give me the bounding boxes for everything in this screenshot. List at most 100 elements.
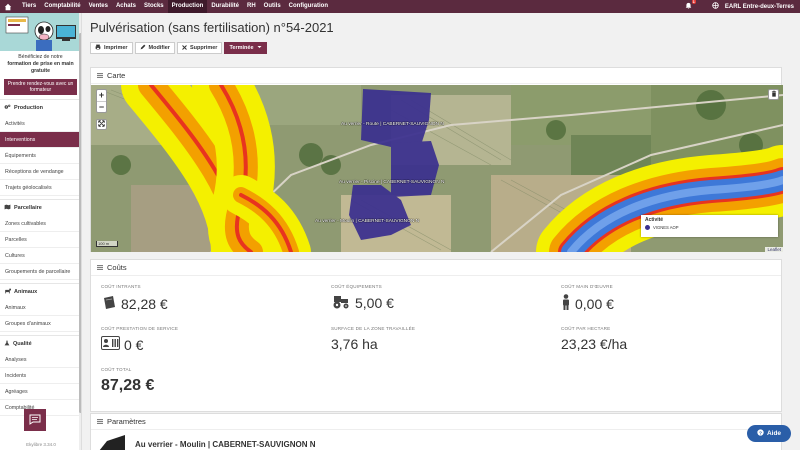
- list-icon: [97, 263, 103, 272]
- legend-title: Activité: [645, 217, 664, 223]
- cost-total: Coût total 87,28 €: [101, 367, 301, 395]
- cost-equipements: Coût équipements 5,00 €: [331, 284, 531, 312]
- cost-value: 23,23 €/ha: [561, 336, 628, 352]
- sidebar-item-animaux[interactable]: Animaux: [0, 300, 81, 316]
- nav-production[interactable]: Production: [167, 0, 208, 13]
- nav-ventes[interactable]: Ventes: [85, 0, 112, 13]
- map-icon: [4, 204, 11, 212]
- promo-line: Bénéficiez de notre: [18, 54, 63, 60]
- param-row[interactable]: Au verrier - Moulin | CABERNET-SAUVIGNON…: [97, 435, 315, 450]
- map-panel-header[interactable]: Carte: [91, 68, 781, 84]
- sidebar-item-cultures[interactable]: Cultures: [0, 248, 81, 264]
- bag-icon: [101, 294, 117, 313]
- cost-per-hectare: Coût par hectare 23,23 €/ha: [561, 326, 761, 352]
- farm-name[interactable]: EARL Entre-deux-Terres: [725, 4, 794, 10]
- help-button[interactable]: ? Aide: [747, 425, 791, 442]
- help-globe-icon[interactable]: [712, 2, 719, 11]
- nav-achats[interactable]: Achats: [112, 0, 140, 13]
- cost-intrants: Coût intrants 82,28 €: [101, 284, 301, 313]
- promo-bold: formation de prise en main gratuite: [7, 61, 74, 74]
- cost-label: Coût prestation de service: [101, 326, 179, 331]
- svg-text:?: ?: [759, 430, 762, 436]
- nav-stocks[interactable]: Stocks: [140, 0, 168, 13]
- person-icon: [561, 294, 571, 313]
- status-dropdown-button[interactable]: Terminée: [224, 42, 267, 54]
- parcel-label-piscine: Au verrier - Piscine | CABERNET-SAUVIGNO…: [339, 180, 445, 185]
- nav-rh[interactable]: RH: [243, 0, 260, 13]
- params-panel: Paramètres Au verrier - Moulin | CABERNE…: [90, 413, 782, 450]
- cost-prestation: Coût prestation de service 0 €: [101, 326, 301, 353]
- print-label: Imprimer: [104, 45, 128, 51]
- sidebar-item-analyses[interactable]: Analyses: [0, 352, 81, 368]
- sidebar-item-zones[interactable]: Zones cultivables: [0, 216, 81, 232]
- zoom-out-button[interactable]: −: [97, 101, 106, 112]
- cost-label: Coût total: [101, 367, 132, 372]
- zoom-control: + −: [96, 89, 107, 113]
- nav-outils[interactable]: Outils: [260, 0, 285, 13]
- section-title: Qualité: [13, 341, 32, 347]
- section-parcellaire[interactable]: Parcellaire: [0, 199, 81, 216]
- sidebar-item-trajets[interactable]: Trajets géolocalisés: [0, 180, 81, 196]
- cost-label: Coût par hectare: [561, 326, 611, 331]
- cost-main-oeuvre: Coût main d'œuvre 0,00 €: [561, 284, 761, 313]
- cost-label: Coût intrants: [101, 284, 141, 289]
- section-production[interactable]: Production: [0, 99, 81, 116]
- chat-icon: [29, 414, 41, 427]
- book-training-button[interactable]: Prendre rendez-vous avec un formateur: [4, 79, 77, 95]
- cost-value-row: 0,00 €: [561, 294, 761, 313]
- sidebar-item-parcelles[interactable]: Parcelles: [0, 232, 81, 248]
- gears-icon: [4, 104, 11, 112]
- sidebar-item-receptions-vendange[interactable]: Réceptions de vendange: [0, 164, 81, 180]
- cow-icon: [4, 288, 11, 296]
- promo-text: Bénéficiez de notre formation de prise e…: [0, 51, 81, 77]
- help-label: Aide: [766, 430, 782, 437]
- costs-panel-header[interactable]: Coûts: [91, 260, 781, 276]
- home-icon[interactable]: [3, 2, 12, 11]
- sidebar-item-groupes-animaux[interactable]: Groupes d'animaux: [0, 316, 81, 332]
- status-label: Terminée: [229, 45, 254, 51]
- action-toolbar: Imprimer Modifier Supprimer Terminée: [90, 42, 794, 54]
- section-animaux[interactable]: Animaux: [0, 283, 81, 300]
- cost-label: Coût main d'œuvre: [561, 284, 613, 289]
- list-icon: [97, 417, 103, 426]
- sidebar-item-activites[interactable]: Activités: [0, 116, 81, 132]
- section-qualite[interactable]: Qualité: [0, 335, 81, 352]
- sidebar-item-equipements[interactable]: Équipements: [0, 148, 81, 164]
- leaflet-attribution[interactable]: Leaflet: [765, 247, 783, 252]
- close-icon: [182, 44, 187, 52]
- nav-tiers[interactable]: Tiers: [18, 0, 40, 13]
- cost-value-row: 82,28 €: [101, 294, 301, 313]
- parcel-label-moulin: Au verrier - Moulin | CABERNET-SAUVIGNON…: [315, 219, 420, 224]
- costs-panel: Coûts Coût intrants 82,28 € Coût équipem…: [90, 259, 782, 412]
- sidebar-item-groupements[interactable]: Groupements de parcellaire: [0, 264, 81, 280]
- cost-value: 82,28 €: [121, 295, 168, 312]
- map-panel-title: Carte: [107, 71, 126, 80]
- surface-zone: Surface de la zone travaillée 3,76 ha: [331, 326, 531, 352]
- promo-illustration: [0, 13, 81, 51]
- params-panel-header[interactable]: Paramètres: [91, 414, 781, 430]
- sidebar-item-incidents[interactable]: Incidents: [0, 368, 81, 384]
- delete-button[interactable]: Supprimer: [176, 42, 223, 54]
- cost-label: Surface de la zone travaillée: [331, 326, 416, 331]
- chat-button[interactable]: [24, 409, 46, 431]
- tractor-icon: [331, 294, 351, 312]
- print-button[interactable]: Imprimer: [90, 42, 133, 54]
- edit-label: Modifier: [148, 45, 170, 51]
- notification-bell-icon[interactable]: 1: [685, 0, 696, 12]
- nav-comptabilite[interactable]: Comptabilité: [40, 0, 84, 13]
- sidebar-item-interventions[interactable]: Interventions: [0, 132, 81, 148]
- sidebar-scroll-thumb[interactable]: [79, 33, 81, 413]
- flask-icon: [4, 340, 10, 348]
- nav-configuration[interactable]: Configuration: [285, 0, 332, 13]
- fullscreen-button[interactable]: [96, 119, 107, 130]
- layers-button[interactable]: [768, 89, 779, 100]
- id-card-icon: [101, 336, 120, 353]
- cost-label: Coût équipements: [331, 284, 382, 289]
- edit-button[interactable]: Modifier: [134, 42, 175, 54]
- sidebar: Bénéficiez de notre formation de prise e…: [0, 13, 82, 450]
- zoom-in-button[interactable]: +: [97, 90, 106, 101]
- trash-icon: [771, 90, 777, 99]
- nav-durabilite[interactable]: Durabilité: [207, 0, 243, 13]
- sidebar-item-agreages[interactable]: Agréages: [0, 384, 81, 400]
- map-view[interactable]: Au verrier - Route | CABERNET-SAUVIGNON …: [91, 85, 783, 252]
